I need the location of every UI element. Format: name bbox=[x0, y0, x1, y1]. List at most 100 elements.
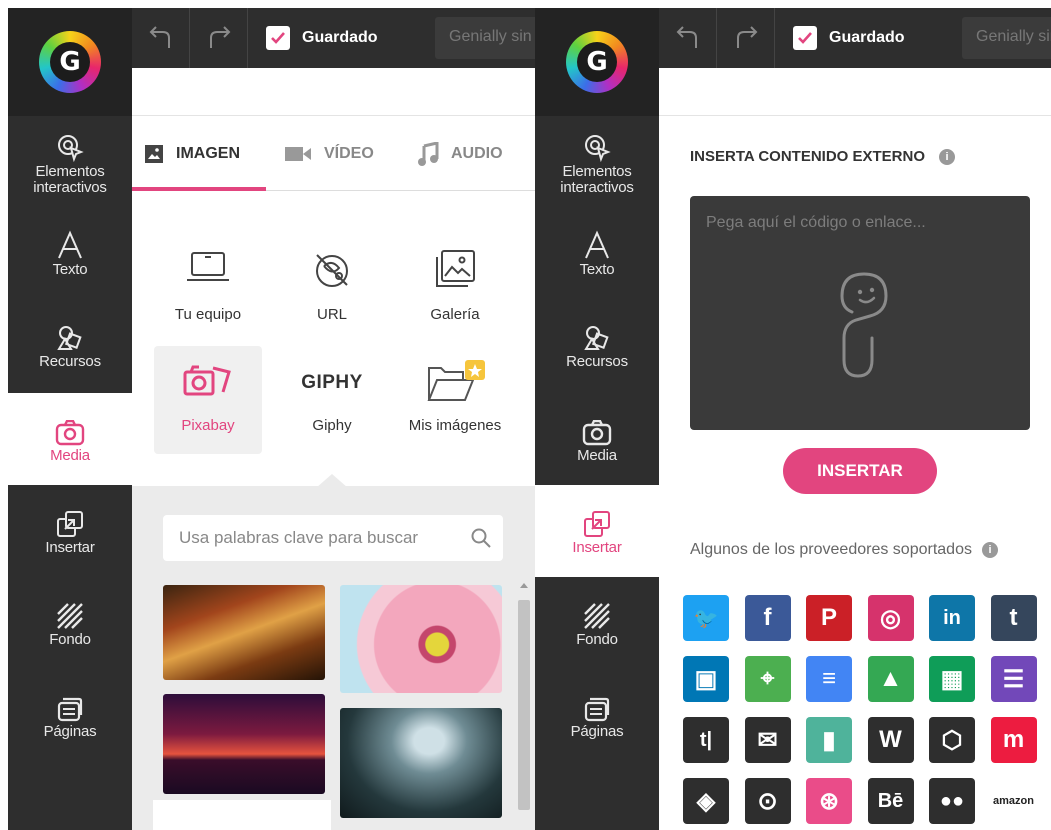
result-thumbnail-sunset[interactable] bbox=[163, 694, 325, 794]
provider-google-docs-icon: ≡ bbox=[806, 656, 852, 702]
sidebar-item-pages[interactable]: Páginas bbox=[8, 688, 132, 740]
source-my-images[interactable]: Mis imágenes bbox=[401, 346, 509, 454]
saved-label: Guardado bbox=[302, 29, 378, 46]
tab-audio[interactable]: AUDIO bbox=[417, 116, 503, 191]
giphy-logo: GIPHY bbox=[301, 372, 363, 393]
sidebar-item-resources[interactable]: Recursos bbox=[535, 318, 659, 370]
tab-video[interactable]: VÍDEO bbox=[284, 116, 374, 191]
provider-instagram-icon: ◎ bbox=[867, 595, 914, 641]
shapes-icon bbox=[583, 318, 611, 352]
sub-toolbar bbox=[132, 68, 535, 116]
saved-status: Guardado bbox=[793, 8, 905, 68]
title-input[interactable]: Genially sin título bbox=[962, 17, 1051, 59]
provider-github-icon: ⊙ bbox=[744, 778, 791, 824]
logo-ring: G bbox=[566, 31, 628, 93]
sidebar-item-resources[interactable]: Recursos bbox=[8, 318, 132, 370]
source-gallery[interactable]: Galería bbox=[401, 235, 509, 343]
embed-code-input[interactable]: Pega aquí el código o enlace... bbox=[690, 196, 1030, 430]
sidebar-item-insert[interactable]: Insertar bbox=[8, 504, 132, 556]
insert-icon bbox=[56, 504, 84, 538]
undo-icon bbox=[676, 26, 697, 48]
video-icon bbox=[285, 146, 311, 161]
logo-ring: G bbox=[39, 31, 101, 93]
laptop-icon bbox=[154, 249, 262, 287]
caret-pointer bbox=[316, 474, 348, 488]
result-thumbnail-flower[interactable] bbox=[340, 585, 502, 693]
check-icon bbox=[793, 26, 817, 50]
genially-logo[interactable]: G bbox=[8, 8, 132, 116]
sidebar-item-text[interactable]: Texto bbox=[535, 226, 659, 278]
search-icon[interactable] bbox=[471, 528, 491, 548]
genially-logo[interactable]: G bbox=[535, 8, 659, 116]
provider-google-sheets-icon: ▦ bbox=[929, 656, 975, 702]
background-icon bbox=[583, 596, 611, 630]
saved-label: Guardado bbox=[829, 29, 905, 46]
info-icon[interactable]: i bbox=[939, 148, 956, 165]
music-icon bbox=[418, 141, 439, 166]
result-thumbnail-elephant[interactable] bbox=[340, 708, 502, 818]
redo-button[interactable] bbox=[190, 8, 248, 68]
source-giphy[interactable]: GIPHY Giphy bbox=[278, 346, 386, 454]
source-url[interactable]: URL bbox=[278, 235, 386, 343]
camera-icon bbox=[582, 412, 612, 446]
media-panel: G Elementos interactivos Texto Recursos … bbox=[8, 8, 535, 830]
provider-codesandbox-icon: ⬡ bbox=[929, 717, 975, 763]
pages-icon bbox=[584, 688, 610, 722]
provider-facebook-icon: f bbox=[744, 595, 791, 641]
insert-icon bbox=[583, 504, 611, 538]
link-mascot-icon bbox=[840, 272, 888, 378]
check-icon bbox=[266, 26, 290, 50]
insert-heading: INSERTA CONTENIDO EXTERNO i bbox=[690, 148, 956, 165]
source-computer[interactable]: Tu equipo bbox=[154, 235, 262, 343]
folder-star-icon bbox=[401, 360, 509, 406]
pixabay-search-input[interactable]: Usa palabras clave para buscar bbox=[163, 515, 503, 561]
link-globe-icon bbox=[278, 249, 386, 291]
title-input[interactable]: Genially sin título bbox=[435, 17, 535, 59]
redo-icon bbox=[209, 26, 230, 48]
scrollbar-thumb[interactable] bbox=[518, 600, 530, 810]
sidebar-item-pages[interactable]: Páginas bbox=[535, 688, 659, 740]
logo-letter: G bbox=[50, 42, 90, 82]
provider-slideshare-icon: ▣ bbox=[683, 656, 729, 702]
provider-wikipedia-icon: W bbox=[867, 717, 914, 763]
insert-button[interactable]: INSERTAR bbox=[783, 448, 937, 494]
sub-toolbar bbox=[659, 68, 1051, 116]
provider-amazon-icon: amazon bbox=[990, 778, 1037, 824]
source-pixabay[interactable]: Pixabay bbox=[154, 346, 262, 454]
results-blank-card bbox=[153, 800, 331, 830]
pages-icon bbox=[57, 688, 83, 722]
provider-dribbble-icon: ⊛ bbox=[806, 778, 852, 824]
sidebar-item-text[interactable]: Texto bbox=[8, 226, 132, 278]
provider-google-maps-icon: ⌖ bbox=[744, 656, 791, 702]
sidebar-item-background[interactable]: Fondo bbox=[8, 596, 132, 648]
provider-flickr-icon: ●● bbox=[929, 778, 975, 824]
provider-twitter-icon: 🐦 bbox=[683, 595, 729, 641]
sidebar-item-media[interactable]: Media bbox=[535, 412, 659, 464]
logo-letter: G bbox=[577, 42, 617, 82]
camera-icon bbox=[55, 412, 85, 446]
undo-button[interactable] bbox=[132, 8, 190, 68]
media-tabs: IMAGEN VÍDEO AUDIO bbox=[132, 116, 535, 191]
undo-button[interactable] bbox=[659, 8, 717, 68]
sidebar-item-interactive[interactable]: Elementos interactivos bbox=[8, 128, 132, 196]
saved-status: Guardado bbox=[266, 8, 378, 68]
sidebar-item-background[interactable]: Fondo bbox=[535, 596, 659, 648]
text-icon bbox=[57, 226, 83, 260]
redo-button[interactable] bbox=[717, 8, 775, 68]
cursor-touch-icon bbox=[55, 128, 85, 162]
image-icon bbox=[145, 144, 163, 163]
sidebar-item-media[interactable]: Media bbox=[8, 412, 132, 464]
sidebar-item-insert[interactable]: Insertar bbox=[535, 504, 659, 556]
providers-label: Algunos de los proveedores soportados i bbox=[690, 541, 998, 559]
tab-image[interactable]: IMAGEN bbox=[144, 116, 240, 191]
result-thumbnail-forest[interactable] bbox=[163, 585, 325, 680]
insert-panel: G Elementos interactivos Texto Recursos … bbox=[535, 8, 1051, 830]
redo-icon bbox=[736, 26, 757, 48]
provider-google-drive-icon: ▲ bbox=[867, 656, 914, 702]
scroll-up-icon[interactable] bbox=[518, 581, 530, 589]
top-bar: Guardado Genially sin título bbox=[659, 8, 1051, 68]
sidebar-item-interactive[interactable]: Elementos interactivos bbox=[535, 128, 659, 196]
info-icon[interactable]: i bbox=[981, 542, 998, 558]
text-icon bbox=[584, 226, 610, 260]
gallery-icon bbox=[401, 249, 509, 289]
